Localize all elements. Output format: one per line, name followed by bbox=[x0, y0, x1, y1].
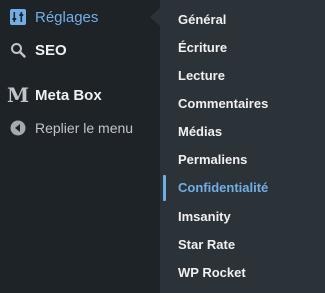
sidebar-item-label: SEO bbox=[35, 41, 67, 59]
submenu-item-imsanity[interactable]: Imsanity bbox=[160, 202, 325, 230]
submenu-item-ecriture[interactable]: Écriture bbox=[160, 33, 325, 61]
search-icon bbox=[9, 41, 27, 59]
metabox-logo-icon: M bbox=[6, 83, 30, 107]
submenu-item-general[interactable]: Général bbox=[160, 5, 325, 33]
sidebar-item-label: Meta Box bbox=[35, 86, 102, 104]
submenu-item-commentaires[interactable]: Commentaires bbox=[160, 89, 325, 117]
submenu-item-confidentialite[interactable]: Confidentialité bbox=[160, 173, 325, 201]
sidebar-item-seo[interactable]: SEO bbox=[0, 33, 160, 67]
submenu-item-star-rate[interactable]: Star Rate bbox=[160, 230, 325, 258]
admin-sidebar: Réglages SEO M Meta Box Replier le menu bbox=[0, 0, 160, 293]
sidebar-item-metabox[interactable]: M Meta Box bbox=[0, 78, 160, 112]
submenu-item-medias[interactable]: Médias bbox=[160, 117, 325, 145]
submenu-item-wp-rocket[interactable]: WP Rocket bbox=[160, 258, 325, 286]
submenu-item-permaliens[interactable]: Permaliens bbox=[160, 145, 325, 173]
sidebar-item-reglages[interactable]: Réglages bbox=[0, 0, 160, 34]
submenu-pointer bbox=[150, 8, 160, 26]
collapse-menu-label: Replier le menu bbox=[35, 120, 134, 136]
collapse-menu-button[interactable]: Replier le menu bbox=[0, 111, 160, 145]
sidebar-item-label: Réglages bbox=[35, 8, 99, 26]
settings-icon bbox=[9, 8, 27, 26]
submenu-item-lecture[interactable]: Lecture bbox=[160, 61, 325, 89]
settings-flyout-submenu: Général Écriture Lecture Commentaires Mé… bbox=[160, 0, 325, 293]
collapse-arrow-icon bbox=[9, 119, 27, 137]
